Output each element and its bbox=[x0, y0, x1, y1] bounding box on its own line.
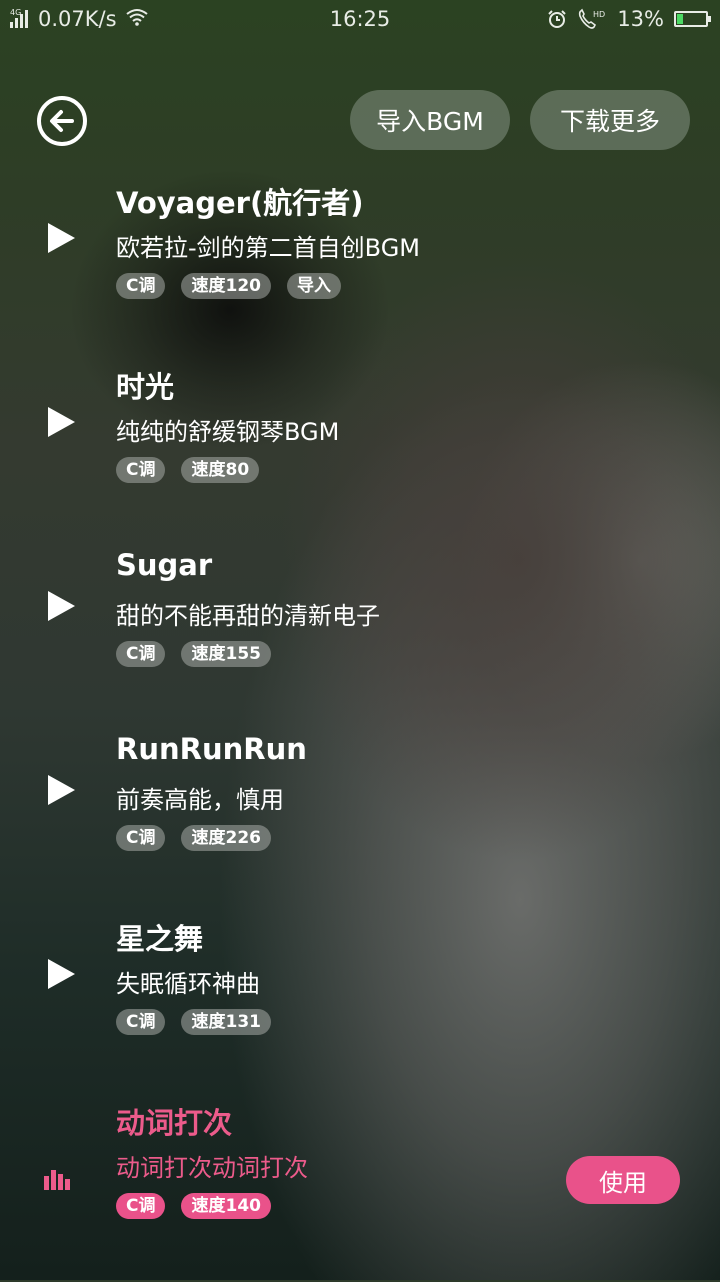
track-tags: C调 速度226 bbox=[116, 825, 287, 851]
track-description: 动词打次动词打次 bbox=[116, 1154, 308, 1182]
track-item[interactable]: 动词打次 动词打次动词打次 C调 速度140 使用 bbox=[0, 1098, 720, 1282]
battery-icon bbox=[674, 11, 711, 27]
alarm-icon bbox=[547, 9, 567, 29]
play-icon[interactable] bbox=[48, 775, 75, 805]
equalizer-icon bbox=[44, 1168, 72, 1190]
download-more-button[interactable]: 下载更多 bbox=[530, 90, 690, 150]
play-icon[interactable] bbox=[48, 591, 75, 621]
track-tag: C调 bbox=[116, 457, 166, 483]
track-tags: C调 速度131 bbox=[116, 1009, 287, 1035]
track-title: RunRunRun bbox=[116, 732, 307, 766]
back-arrow-circle-icon bbox=[37, 96, 87, 146]
play-icon[interactable] bbox=[48, 223, 75, 253]
track-item[interactable]: RunRunRun 前奏高能，慎用 C调 速度226 bbox=[0, 730, 720, 914]
track-tags: C调 速度155 bbox=[116, 641, 287, 667]
track-tag: 速度120 bbox=[181, 273, 271, 299]
track-item[interactable]: 时光纯纯的舒缓钢琴BGM C调 速度80 bbox=[0, 362, 720, 546]
track-tag: 速度140 bbox=[181, 1193, 271, 1219]
track-item[interactable]: Sugar 甜的不能再甜的清新电子 C调 速度155 bbox=[0, 546, 720, 730]
track-description: 甜的不能再甜的清新电子 bbox=[116, 602, 380, 630]
track-tags: C调 速度120 导入 bbox=[116, 273, 357, 299]
use-button[interactable]: 使用 bbox=[566, 1156, 680, 1204]
play-icon[interactable] bbox=[48, 407, 75, 437]
back-button[interactable] bbox=[36, 95, 88, 147]
track-tag: 速度80 bbox=[181, 457, 260, 483]
track-item[interactable]: 星之舞失眠循环神曲 C调 速度131 bbox=[0, 914, 720, 1098]
battery-percent: 13% bbox=[617, 7, 664, 31]
import-bgm-button[interactable]: 导入BGM bbox=[350, 90, 510, 150]
track-title: 动词打次 bbox=[116, 1106, 233, 1140]
track-tag: C调 bbox=[116, 1193, 166, 1219]
track-description: 前奏高能，慎用 bbox=[116, 786, 284, 814]
track-tag: 导入 bbox=[286, 273, 341, 299]
track-title: 时光 bbox=[116, 370, 175, 404]
status-bar: 4G 0.07K/s 16:25 HD 13% bbox=[0, 0, 720, 38]
track-tag: C调 bbox=[116, 1009, 166, 1035]
track-item[interactable]: Voyager(航行者) 欧若拉-剑的第二首自创BGM C调 速度120 导入 bbox=[0, 178, 720, 362]
track-tag: 速度131 bbox=[181, 1009, 271, 1035]
track-tag: C调 bbox=[116, 825, 166, 851]
track-title: 星之舞 bbox=[116, 922, 204, 956]
svg-text:HD: HD bbox=[593, 10, 605, 19]
play-icon[interactable] bbox=[48, 959, 75, 989]
track-tag: C调 bbox=[116, 273, 166, 299]
hd-call-icon: HD bbox=[577, 8, 607, 30]
track-title: Sugar bbox=[116, 548, 213, 582]
track-tags: C调 速度80 bbox=[116, 457, 275, 483]
track-title: Voyager(航行者) bbox=[116, 186, 364, 220]
track-description: 欧若拉-剑的第二首自创BGM bbox=[116, 234, 421, 262]
track-tag: 速度226 bbox=[181, 825, 271, 851]
track-tag: C调 bbox=[116, 641, 166, 667]
track-tags: C调 速度140 bbox=[116, 1193, 287, 1219]
track-tag: 速度155 bbox=[181, 641, 271, 667]
track-description: 纯纯的舒缓钢琴BGM bbox=[116, 418, 340, 446]
track-description: 失眠循环神曲 bbox=[116, 970, 260, 998]
